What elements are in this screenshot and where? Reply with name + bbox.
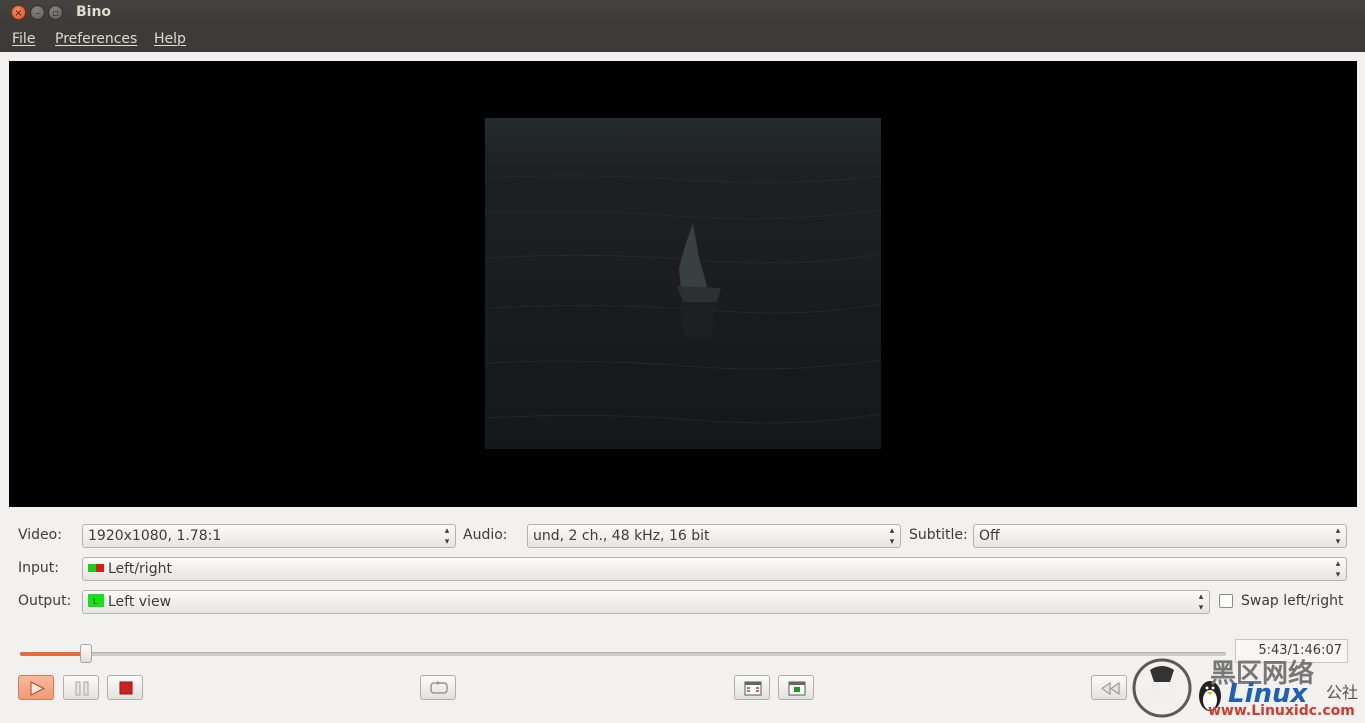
menu-file[interactable]: File — [12, 31, 35, 47]
output-mode-select[interactable]: L Left view ▴ ▾ — [82, 590, 1210, 614]
output-label: Output: — [18, 593, 72, 609]
subtitle-label: Subtitle: — [909, 527, 968, 543]
play-button[interactable] — [18, 675, 54, 700]
watermark-logo: 黑区网络 Linux 公社 www.Linuxidc.com — [1130, 652, 1365, 719]
stop-button[interactable] — [107, 675, 143, 700]
updown-arrows-icon: ▴ ▾ — [1335, 526, 1341, 547]
left-view-swatch-icon: L — [88, 594, 104, 607]
window-title: Bino — [76, 4, 112, 20]
play-icon — [30, 681, 46, 696]
fullscreen-icon — [744, 681, 762, 696]
stop-icon — [119, 681, 133, 695]
menu-help[interactable]: Help — [154, 31, 186, 47]
swap-left-right-checkbox[interactable] — [1219, 594, 1233, 608]
watermark-sub: 公社 — [1326, 683, 1358, 702]
center-button[interactable] — [778, 675, 814, 700]
updown-arrows-icon: ▴ ▾ — [1198, 592, 1204, 613]
loop-button[interactable] — [420, 675, 456, 700]
watermark-url: www.Linuxidc.com — [1208, 703, 1355, 719]
menu-bar: File Preferences Help — [0, 26, 1365, 52]
subtitle-value: Off — [979, 528, 1000, 544]
output-mode-value: Left view — [108, 594, 172, 610]
updown-arrows-icon: ▴ ▾ — [889, 526, 895, 547]
rewind-icon — [1101, 682, 1120, 695]
seek-handle[interactable] — [80, 644, 93, 663]
audio-label: Audio: — [463, 527, 508, 543]
close-window-button[interactable]: × — [11, 5, 26, 20]
seek-progress — [20, 652, 87, 656]
boat-scene-image — [485, 118, 881, 449]
minimize-icon: – — [35, 8, 40, 19]
title-bar: × – ▫ Bino — [0, 0, 1365, 26]
left-right-swatch-icon — [88, 563, 104, 572]
maximize-window-button[interactable]: ▫ — [48, 5, 63, 20]
seek-slider[interactable] — [20, 652, 1226, 656]
updown-arrows-icon: ▴ ▾ — [444, 526, 450, 547]
video-label: Video: — [18, 527, 62, 543]
rewind-button[interactable] — [1091, 675, 1127, 700]
subtitle-select[interactable]: Off ▴ ▾ — [973, 524, 1347, 548]
center-icon — [788, 681, 806, 696]
pause-button[interactable] — [63, 675, 99, 700]
video-display[interactable] — [9, 61, 1357, 507]
menu-preferences[interactable]: Preferences — [55, 31, 137, 47]
input-mode-value: Left/right — [108, 561, 172, 577]
svg-text:L: L — [93, 597, 98, 606]
fullscreen-button[interactable] — [734, 675, 770, 700]
loop-icon — [430, 681, 448, 694]
audio-stream-select[interactable]: und, 2 ch., 48 kHz, 16 bit ▴ ▾ — [527, 524, 901, 548]
swap-left-right-label: Swap left/right — [1241, 593, 1344, 609]
watermark-graphic: 黑区网络 Linux 公社 www.Linuxidc.com — [1132, 658, 1358, 719]
video-frame — [485, 118, 881, 449]
close-icon: × — [14, 8, 23, 19]
updown-arrows-icon: ▴ ▾ — [1335, 559, 1341, 580]
video-stream-select[interactable]: 1920x1080, 1.78:1 ▴ ▾ — [82, 524, 456, 548]
maximize-icon: ▫ — [52, 8, 59, 19]
video-stream-value: 1920x1080, 1.78:1 — [88, 528, 222, 544]
input-label: Input: — [18, 560, 59, 576]
input-mode-select[interactable]: Left/right ▴ ▾ — [82, 557, 1347, 581]
audio-stream-value: und, 2 ch., 48 kHz, 16 bit — [533, 528, 710, 544]
pause-icon — [75, 681, 89, 696]
minimize-window-button[interactable]: – — [30, 5, 45, 20]
